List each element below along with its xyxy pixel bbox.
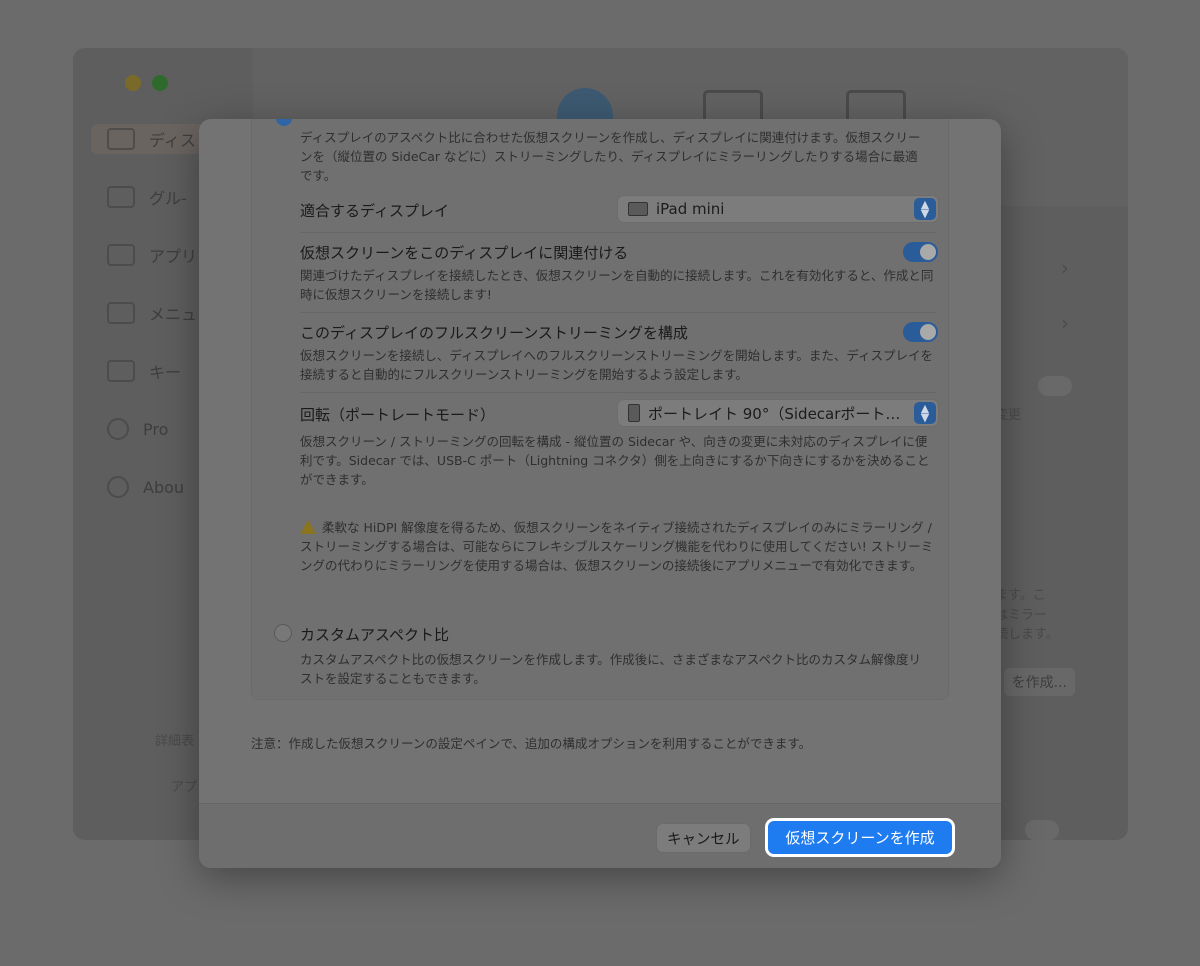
sidebar-item-menu: メニュ: [107, 298, 197, 328]
warning-icon: [300, 520, 316, 534]
display-icon: [107, 128, 135, 150]
sidebar-item-label: グル-: [149, 189, 187, 208]
sidebar-item-app: アプリ: [107, 240, 197, 270]
rotation-label: 回転（ポートレートモード）: [300, 406, 496, 424]
custom-aspect-label: カスタムアスペクト比: [300, 626, 449, 644]
fullscreen-streaming-description: 仮想スクリーンを接続し、ディスプレイへのフルスクリーンストリーミングを開始します…: [300, 348, 934, 382]
app-icon: [107, 244, 135, 266]
create-virtual-screen-dialog: ディスプレイのアスペクト比に合わせた仮想スクリーンを作成し、ディスプレイに関連付…: [199, 119, 1001, 868]
keyboard-icon: [107, 360, 135, 382]
associate-display-toggle[interactable]: [903, 242, 938, 262]
ipad-icon: [628, 202, 648, 216]
group-icon: [107, 186, 135, 208]
about-icon: [107, 476, 129, 498]
options-panel: ディスプレイのアスペクト比に合わせた仮想スクリーンを作成し、ディスプレイに関連付…: [251, 119, 949, 700]
portrait-device-icon: [628, 404, 640, 422]
background-toggle: [1038, 376, 1072, 396]
background-toggle: [1025, 820, 1059, 840]
custom-aspect-description: カスタムアスペクト比の仮想スクリーンを作成します。作成後に、さまざまなアスペクト…: [300, 652, 922, 686]
sidebar-item-keyboard: キー: [107, 356, 181, 386]
chevron-right-icon: ›: [1061, 256, 1069, 280]
fullscreen-streaming-label: このディスプレイのフルスクリーンストリーミングを構成: [300, 324, 688, 342]
sidebar-item-label: Pro: [143, 419, 169, 439]
background-create-button: を作成...: [1003, 668, 1075, 696]
associate-display-label: 仮想スクリーンをこのディスプレイに関連付ける: [300, 244, 629, 262]
chevron-right-icon: ›: [1061, 311, 1069, 335]
divider: [300, 232, 936, 233]
chevron-updown-icon: ▲ ▼: [914, 402, 936, 424]
matching-display-label: 適合するディスプレイ: [300, 202, 449, 220]
sidebar-item-label: アプリ: [149, 247, 198, 266]
sidebar-item-about: Abou: [107, 472, 184, 502]
background-text: 続します。: [995, 627, 1059, 642]
select-value: ポートレイト 90°（Sidecarポート…: [648, 404, 901, 423]
background-text: アプ: [171, 780, 198, 795]
menu-icon: [107, 302, 135, 324]
aspect-match-radio[interactable]: [276, 119, 292, 126]
fullscreen-streaming-toggle[interactable]: [903, 322, 938, 342]
matching-display-select[interactable]: iPad mini ▲ ▼: [618, 196, 938, 222]
select-value: iPad mini: [656, 200, 725, 218]
dialog-note: 注意：作成した仮想スクリーンの設定ペインで、追加の構成オプションを利用することが…: [251, 736, 812, 751]
aspect-match-description: ディスプレイのアスペクト比に合わせた仮想スクリーンを作成し、ディスプレイに関連付…: [300, 130, 921, 183]
sidebar-item-pro: Pro: [107, 414, 168, 444]
minimize-window-icon: [125, 75, 141, 91]
sidebar-item-label: メニュ: [149, 305, 198, 324]
rotation-description: 仮想スクリーン / ストリーミングの回転を構成 - 縦位置の Sidecar や…: [300, 434, 930, 487]
divider: [300, 312, 936, 313]
background-text: はミラー: [995, 608, 1048, 623]
create-virtual-screen-button[interactable]: 仮想スクリーンを作成: [768, 821, 952, 854]
zoom-window-icon: [152, 75, 168, 91]
dialog-footer: キャンセル 仮想スクリーンを作成: [199, 803, 1001, 868]
chevron-updown-icon: ▲ ▼: [914, 198, 936, 220]
rotation-select[interactable]: ポートレイト 90°（Sidecarポート… ▲ ▼: [618, 400, 938, 426]
pro-icon: [107, 418, 129, 440]
hidpi-warning: 柔軟な HiDPI 解像度を得るため、仮想スクリーンをネイティブ接続されたディス…: [300, 518, 936, 575]
cancel-button[interactable]: キャンセル: [657, 824, 750, 852]
sidebar-item-label: キー: [149, 363, 182, 382]
sidebar-item-label: ディス: [149, 131, 196, 150]
custom-aspect-radio[interactable]: [274, 624, 292, 642]
background-text: ます。こ: [995, 588, 1046, 603]
warning-text: 柔軟な HiDPI 解像度を得るため、仮想スクリーンをネイティブ接続されたディス…: [300, 520, 934, 573]
divider: [300, 392, 936, 393]
sidebar-item-label: Abou: [143, 477, 185, 497]
sidebar-item-group: グル-: [107, 182, 187, 212]
background-text: 詳細表: [155, 734, 195, 749]
associate-display-description: 関連づけたディスプレイを接続したとき、仮想スクリーンを自動的に接続します。これを…: [300, 268, 934, 302]
